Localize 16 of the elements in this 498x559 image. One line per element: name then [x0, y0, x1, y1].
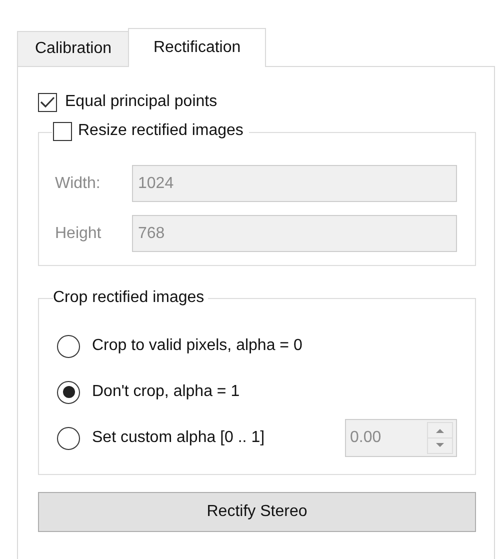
radio-label: Crop to valid pixels, alpha = 0	[92, 336, 302, 356]
radio-button[interactable]	[57, 426, 80, 450]
radio-button[interactable]	[57, 380, 80, 404]
tab[interactable]: Calibration	[17, 31, 130, 66]
radio-label: Set custom alpha [0 .. 1]	[92, 428, 265, 448]
radio-label: Don't crop, alpha = 1	[92, 382, 240, 402]
radio-button[interactable]	[57, 334, 80, 358]
checkbox[interactable]	[38, 92, 57, 112]
checkbox[interactable]	[53, 122, 72, 140]
checkbox-label: Equal principal points	[65, 92, 218, 112]
field-label: Height	[55, 224, 102, 244]
checkmark-icon	[40, 96, 55, 108]
tab[interactable]: Rectification	[128, 28, 266, 67]
field-label: Width:	[55, 174, 102, 194]
rectify-stereo-button[interactable]: Rectify Stereo	[38, 492, 476, 532]
checkbox-label: Resize rectified images	[78, 121, 244, 141]
